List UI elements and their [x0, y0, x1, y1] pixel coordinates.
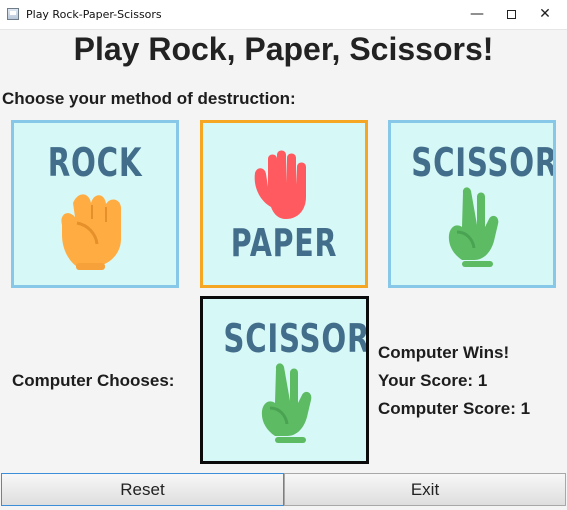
- paper-label: PAPER: [230, 221, 338, 265]
- outcome-text: Computer Wins!: [378, 343, 510, 362]
- computer-choice-label: Computer Chooses:: [12, 371, 175, 390]
- window-titlebar: Play Rock-Paper-Scissors — ✕: [0, 0, 567, 30]
- maximize-button[interactable]: [494, 0, 528, 30]
- exit-button[interactable]: Exit: [284, 473, 566, 506]
- reset-button[interactable]: Reset: [1, 473, 284, 506]
- your-score-text: Your Score: 1: [378, 371, 488, 390]
- scissors-hand-icon: [448, 187, 499, 267]
- computer-score-text: Computer Score: 1: [378, 399, 531, 418]
- minimize-button[interactable]: —: [460, 0, 494, 30]
- scissors-choice-button[interactable]: SCISSORS: [388, 120, 556, 288]
- rock-label: ROCK: [47, 141, 143, 186]
- maximize-icon: [506, 10, 516, 19]
- fist-icon: [61, 194, 122, 270]
- window-title: Play Rock-Paper-Scissors: [26, 8, 162, 21]
- choice-prompt: Choose your method of destruction:: [2, 89, 296, 108]
- open-hand-icon: [254, 150, 306, 219]
- scissors-label: SCISSORS: [411, 141, 556, 186]
- page-title: Play Rock, Paper, Scissors!: [73, 31, 494, 67]
- rock-choice-button[interactable]: ROCK: [11, 120, 179, 288]
- paper-choice-button[interactable]: PAPER: [200, 120, 368, 288]
- app-icon: [7, 8, 19, 20]
- close-button[interactable]: ✕: [528, 0, 562, 30]
- computer-choice-card: SCISSORS: [200, 296, 369, 464]
- scissors-hand-icon: [261, 363, 312, 443]
- computer-choice-text: SCISSORS: [223, 317, 369, 362]
